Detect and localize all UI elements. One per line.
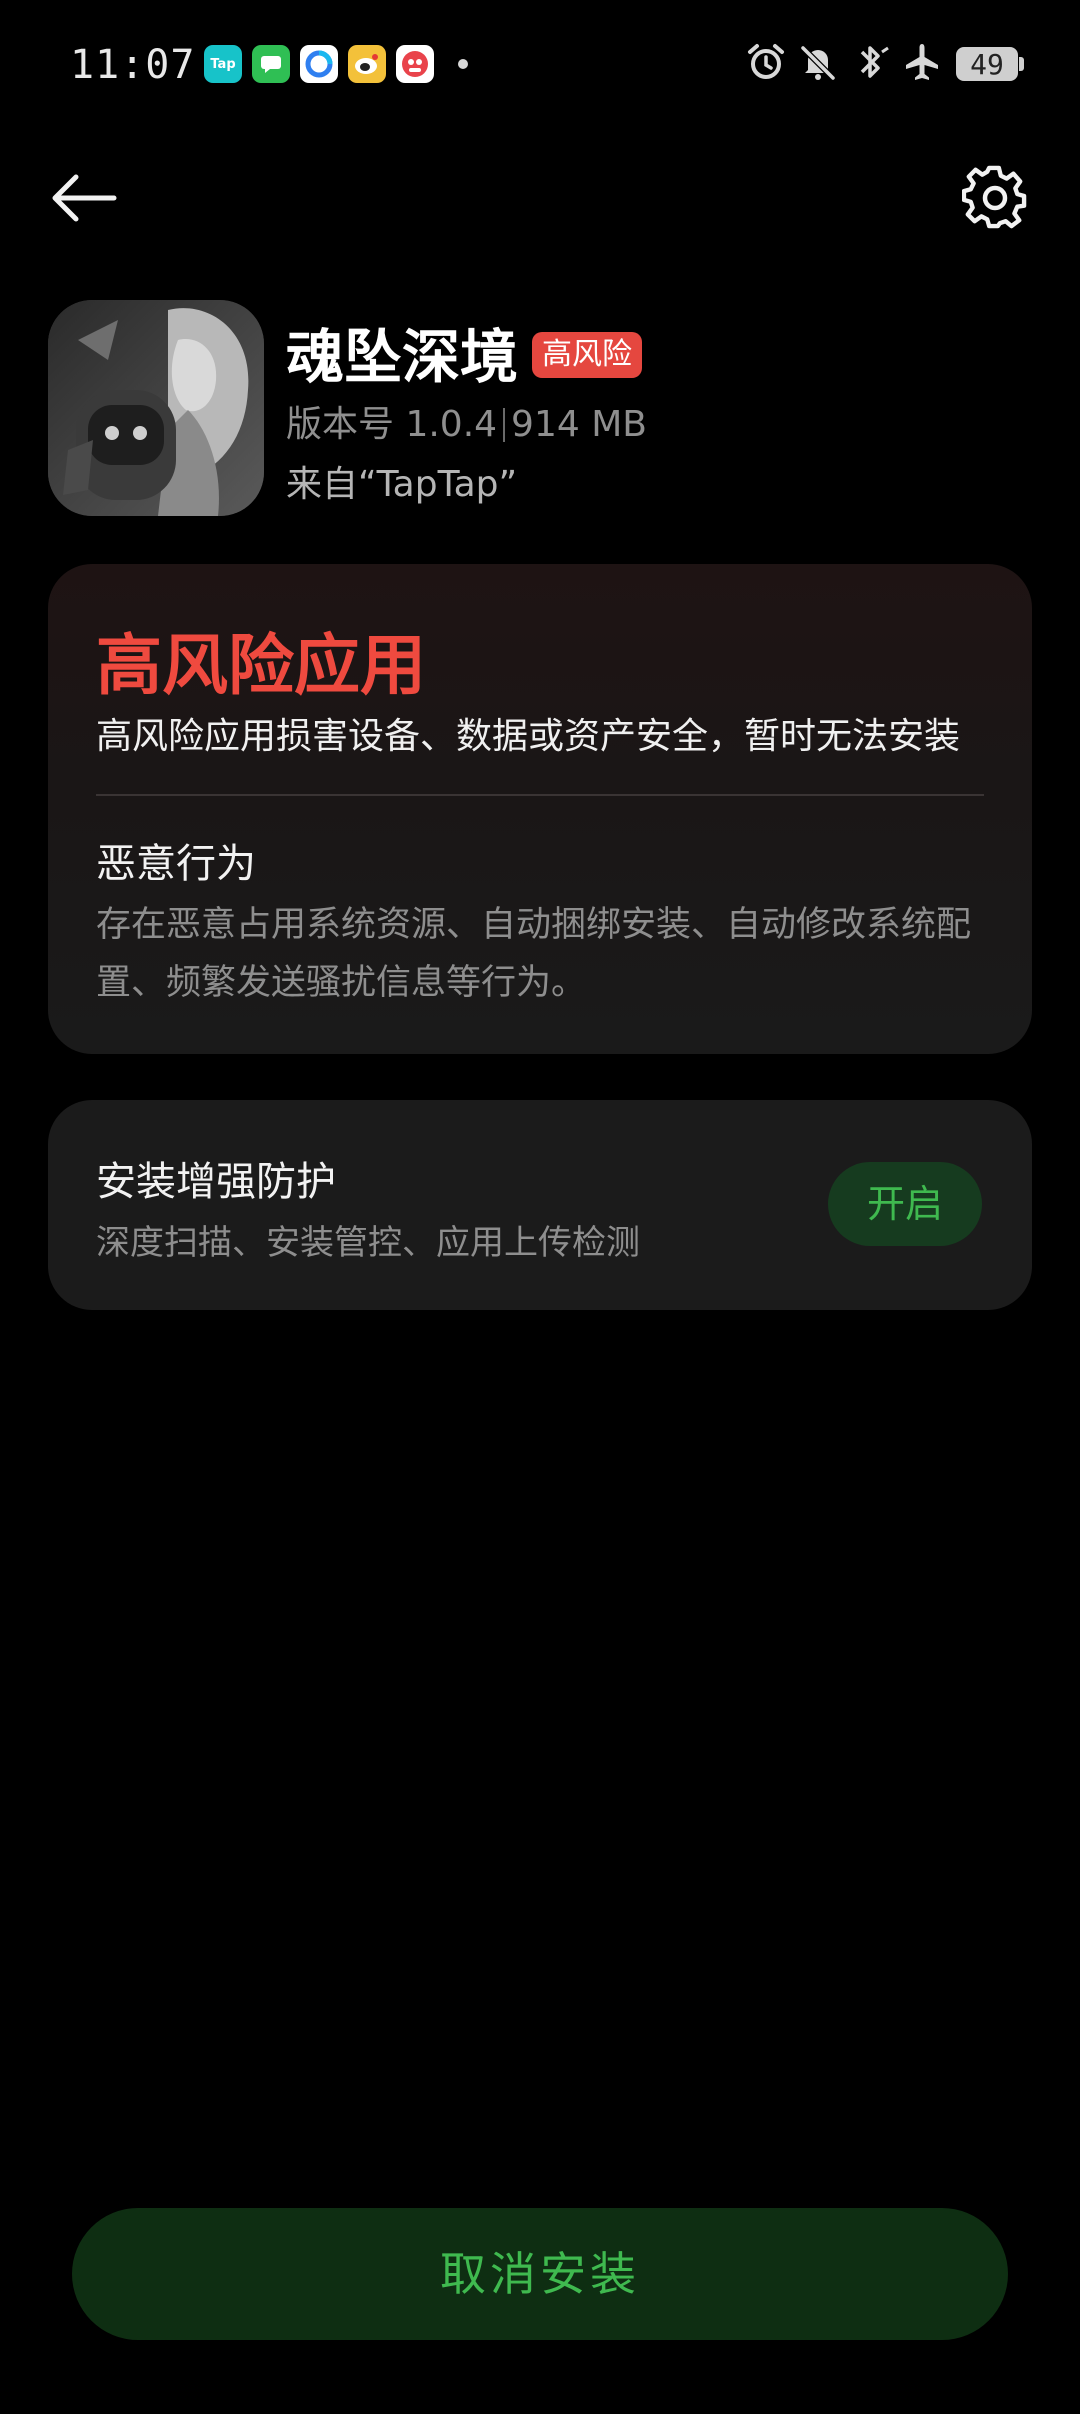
weibo-app-icon bbox=[348, 45, 386, 83]
app-icon bbox=[48, 300, 264, 516]
back-arrow-icon[interactable] bbox=[48, 168, 120, 228]
behavior-title: 恶意行为 bbox=[96, 841, 256, 887]
bluetooth-off-icon bbox=[860, 46, 889, 78]
protection-description: 深度扫描、安装管控、应用上传检测 bbox=[96, 1223, 640, 1263]
more-notifications-dot bbox=[458, 59, 468, 69]
browser-app-icon bbox=[300, 45, 338, 83]
bell-muted-icon bbox=[800, 45, 836, 81]
airplane-mode-icon bbox=[906, 44, 938, 80]
battery-indicator: 49 bbox=[956, 47, 1018, 81]
game-app-icon bbox=[396, 45, 434, 83]
battery-tip bbox=[1019, 57, 1024, 71]
messages-app-icon bbox=[252, 45, 290, 83]
risk-badge: 高风险 bbox=[532, 332, 642, 378]
risk-card: 高风险应用 高风险应用损害设备、数据或资产安全，暂时无法安装 恶意行为 存在恶意… bbox=[48, 564, 1032, 1054]
risk-title: 高风险应用 bbox=[96, 627, 426, 704]
app-name: 魂坠深境 bbox=[286, 323, 519, 391]
behavior-description: 存在恶意占用系统资源、自动捆绑安装、自动修改系统配置、频繁发送骚扰信息等行为。 bbox=[96, 905, 972, 1003]
status-bar: 11:07 Tap 49 bbox=[0, 0, 1080, 130]
alarm-icon bbox=[748, 44, 784, 79]
status-time: 11:07 bbox=[70, 42, 196, 88]
app-source: 来自“TapTap” bbox=[286, 464, 518, 505]
battery-level: 49 bbox=[970, 47, 1004, 81]
cancel-install-button[interactable]: 取消安装 bbox=[72, 2208, 1008, 2340]
risk-description: 高风险应用损害设备、数据或资产安全，暂时无法安装 bbox=[96, 716, 961, 757]
app-version: 版本号 1.0.4 bbox=[286, 404, 498, 445]
gear-icon[interactable] bbox=[962, 165, 1028, 231]
app-meta: 版本号 1.0.4 914 MB bbox=[286, 400, 647, 450]
protection-card: 安装增强防护 深度扫描、安装管控、应用上传检测 开启 bbox=[48, 1100, 1032, 1310]
enable-protection-button[interactable]: 开启 bbox=[828, 1162, 982, 1246]
divider bbox=[96, 794, 984, 796]
protection-title: 安装增强防护 bbox=[96, 1159, 336, 1205]
taptap-icon-label: Tap bbox=[210, 56, 236, 72]
meta-separator bbox=[503, 408, 506, 442]
app-size: 914 MB bbox=[511, 404, 647, 445]
taptap-app-icon: Tap bbox=[204, 45, 242, 83]
